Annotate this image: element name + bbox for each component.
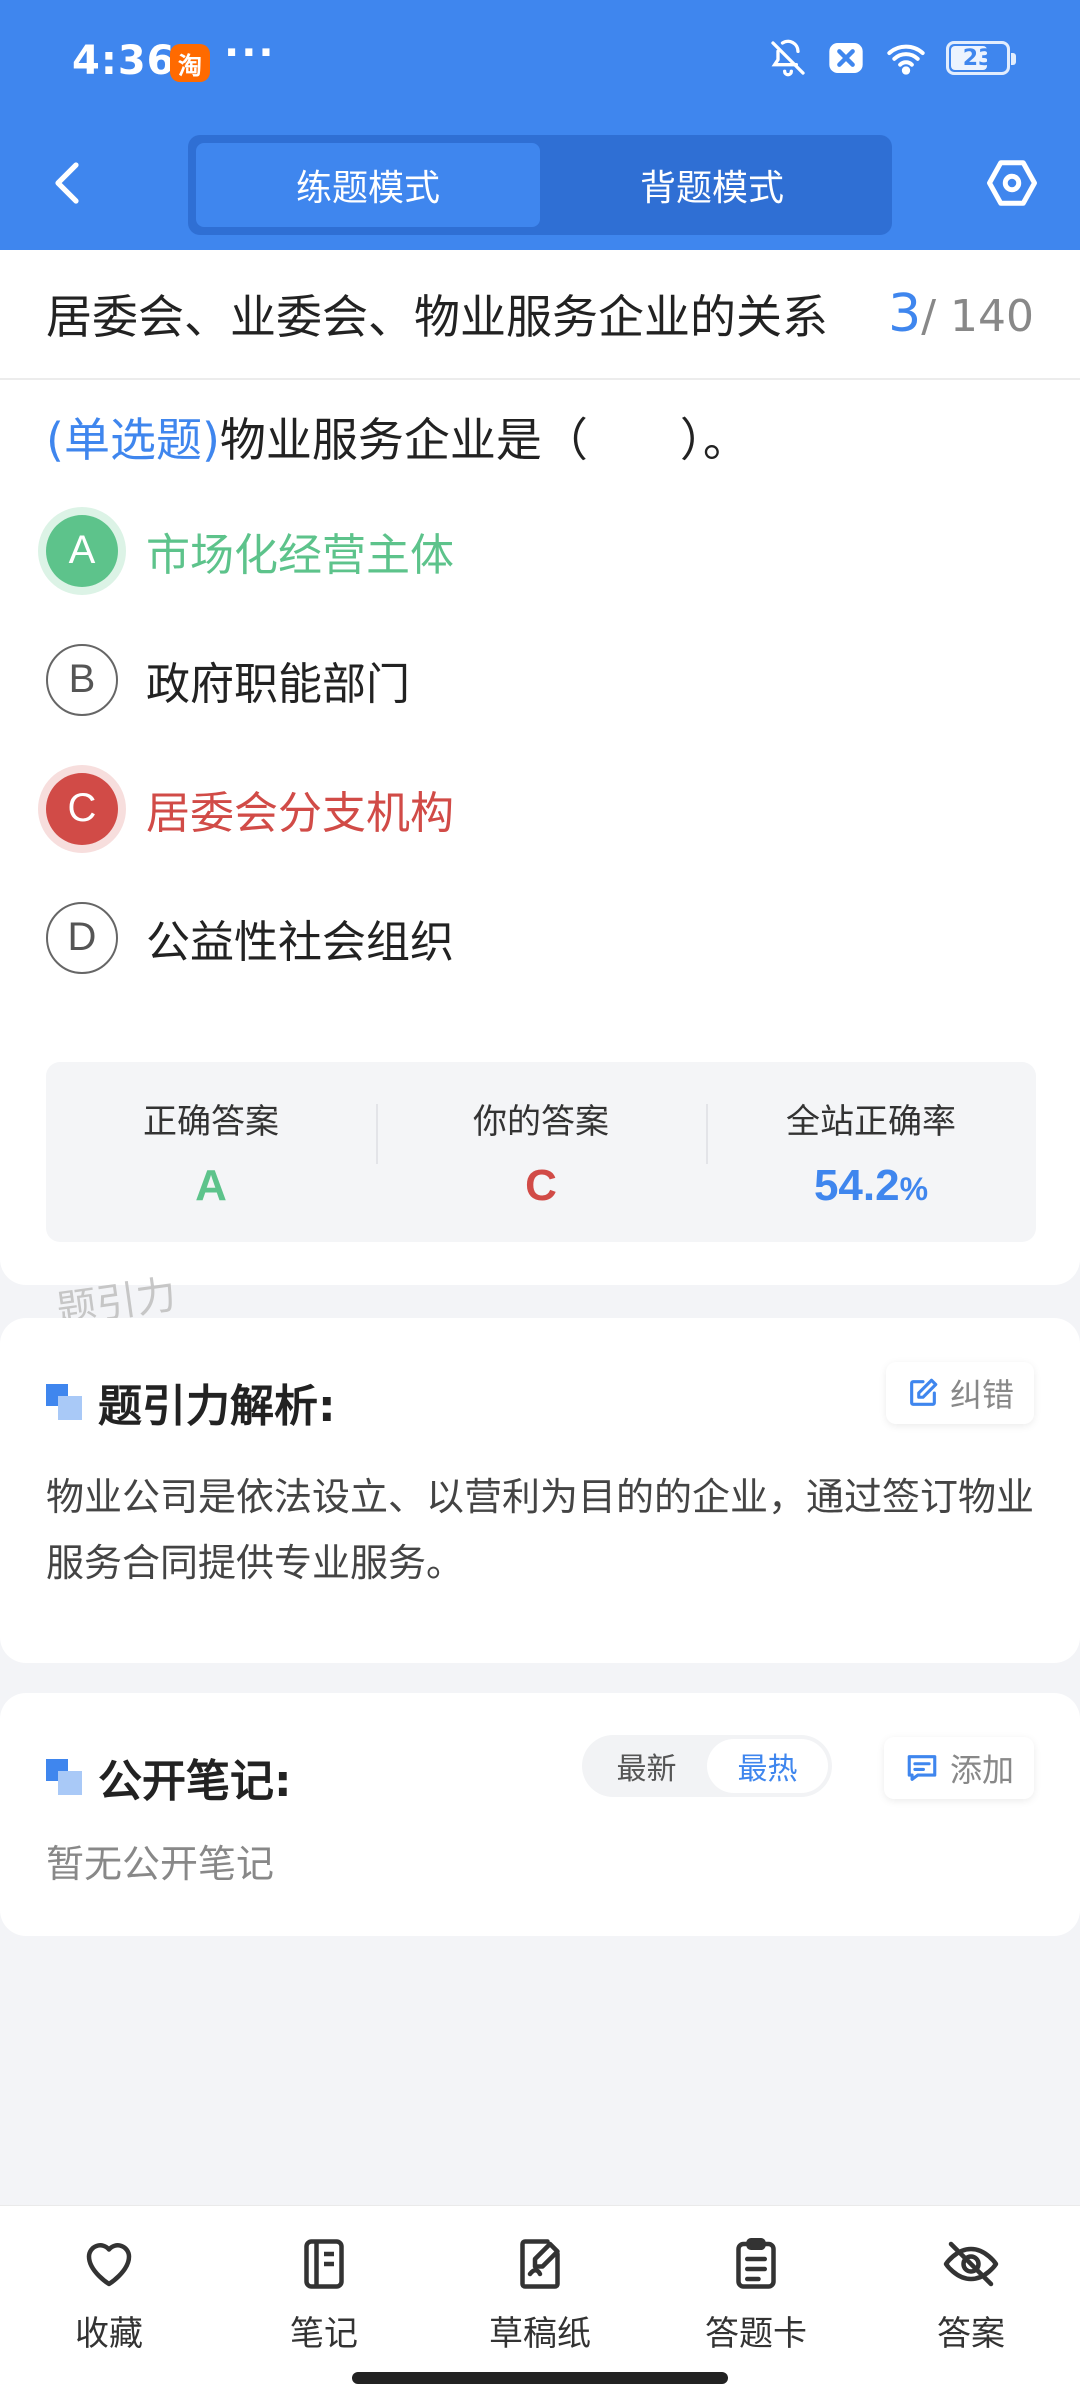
- option-text: 政府职能部门: [146, 658, 410, 710]
- analysis-header: 题引力解析:: [46, 1370, 336, 1434]
- add-note-button[interactable]: 添加: [883, 1737, 1034, 1799]
- option-letter: A: [46, 514, 118, 587]
- chevron-left-icon: [55, 162, 79, 204]
- answer-summary: 正确答案 A 你的答案 C 全站正确率 54.2%: [46, 1062, 1036, 1242]
- accuracy-rate-value: 54.2%: [813, 1160, 929, 1210]
- nav-bar: 练题模式 背题模式: [0, 125, 1080, 250]
- x-badge-icon: [829, 43, 863, 73]
- sort-hottest[interactable]: 最热: [707, 1739, 828, 1793]
- draft-paper-label: 草稿纸: [489, 2314, 591, 2354]
- option-letter: C: [46, 772, 118, 845]
- tab-practice-mode[interactable]: 练题模式: [196, 143, 540, 227]
- notebook-icon: [304, 2239, 344, 2289]
- notes-card: 公开笔记: 最新 最热 添加 暂无公开笔记: [0, 1693, 1080, 1936]
- analysis-title: 题引力解析:: [98, 1381, 336, 1432]
- settings-button[interactable]: [982, 153, 1042, 213]
- option-letter: D: [46, 901, 118, 974]
- bell-off-icon: [771, 39, 805, 77]
- taobao-app-icon: 淘: [170, 44, 210, 82]
- section-square-icon: [46, 1384, 82, 1420]
- mode-switch: 练题模式 背题模式: [188, 135, 892, 235]
- heart-icon: [86, 2243, 132, 2287]
- correct-answer-label: 正确答案: [143, 1101, 279, 1142]
- question-progress[interactable]: 3/ 140: [888, 284, 1034, 344]
- option-d[interactable]: D 公益性社会组织: [46, 873, 1034, 1002]
- correct-answer-value: A: [195, 1160, 227, 1210]
- chapter-title: 居委会、业委会、物业服务企业的关系: [46, 290, 828, 344]
- report-error-label: 纠错: [949, 1376, 1014, 1414]
- battery-icon: 23: [946, 41, 1016, 75]
- accuracy-rate-col: 全站正确率 54.2%: [706, 1094, 1036, 1211]
- correct-answer-col: 正确答案 A: [46, 1094, 376, 1211]
- favorite-label: 收藏: [75, 2314, 143, 2354]
- status-time: 4:36: [72, 38, 176, 84]
- accuracy-rate-label: 全站正确率: [786, 1101, 956, 1142]
- option-text: 公益性社会组织: [146, 916, 454, 968]
- question-stem: (单选题)物业服务企业是（ ）。: [0, 380, 1080, 472]
- report-error-button[interactable]: 纠错: [885, 1362, 1034, 1424]
- your-answer-label: 你的答案: [473, 1101, 609, 1142]
- show-answer-button[interactable]: 答案: [891, 2234, 1051, 2355]
- back-button[interactable]: [38, 153, 98, 213]
- sort-latest[interactable]: 最新: [586, 1739, 707, 1793]
- question-card: 居委会、业委会、物业服务企业的关系 3/ 140 (单选题)物业服务企业是（ ）…: [0, 250, 1080, 1285]
- edit-icon: [910, 1378, 938, 1406]
- question-text: 物业服务企业是（ ）。: [219, 413, 749, 467]
- section-square-icon: [46, 1759, 82, 1795]
- options-list: A 市场化经营主体 B 政府职能部门 C 居委会分支机构 D 公益性社会组织: [0, 472, 1080, 1002]
- analysis-text: 物业公司是依法设立、以营利为目的的企业，通过签订物业服务合同提供专业服务。: [46, 1475, 1035, 1585]
- analysis-card: 题引力解析: 纠错 物业公司是依法设立、以营利为目的的企业，通过签订物业服务合同…: [0, 1318, 1080, 1663]
- total-question-count: / 140: [921, 291, 1034, 342]
- notes-title: 公开笔记:: [98, 1756, 292, 1807]
- notes-empty-text: 暂无公开笔记: [46, 1842, 275, 1886]
- home-indicator[interactable]: [352, 2372, 728, 2384]
- option-c[interactable]: C 居委会分支机构: [46, 744, 1034, 873]
- status-more-dots: ···: [224, 30, 276, 76]
- eye-off-icon: [943, 2241, 999, 2287]
- add-note-label: 添加: [949, 1751, 1014, 1789]
- current-question-number: 3: [888, 284, 922, 344]
- favorite-button[interactable]: 收藏: [29, 2234, 189, 2355]
- notes-header: 公开笔记:: [46, 1745, 292, 1809]
- question-type: (单选题): [46, 413, 220, 467]
- comment-icon: [907, 1755, 937, 1781]
- option-text: 居委会分支机构: [146, 787, 454, 839]
- question-header: 居委会、业委会、物业服务企业的关系 3/ 140: [0, 250, 1080, 380]
- tab-recite-mode[interactable]: 背题模式: [540, 143, 884, 227]
- status-bar: 4:36 淘 ··· 23: [0, 0, 1080, 125]
- option-letter: B: [46, 643, 118, 716]
- answer-sheet-label: 答题卡: [705, 2314, 807, 2354]
- notes-button[interactable]: 笔记: [244, 2234, 404, 2355]
- option-b[interactable]: B 政府职能部门: [46, 615, 1034, 744]
- draft-paper-button[interactable]: 草稿纸: [460, 2234, 620, 2355]
- wifi-icon: [887, 44, 925, 75]
- bottom-toolbar: 收藏 笔记 草稿纸 答题卡 答案: [0, 2205, 1080, 2400]
- your-answer-value: C: [525, 1160, 557, 1210]
- status-indicators: 23: [768, 38, 1016, 78]
- draft-paper-icon: [520, 2239, 560, 2289]
- option-text: 市场化经营主体: [146, 529, 454, 581]
- notes-label: 笔记: [290, 2314, 358, 2354]
- hexagon-settings-icon: [987, 160, 1037, 206]
- notes-sort-toggle: 最新 最热: [582, 1735, 832, 1797]
- answer-sheet-icon: [736, 2238, 776, 2289]
- your-answer-col: 你的答案 C: [376, 1094, 706, 1211]
- option-a[interactable]: A 市场化经营主体: [46, 486, 1034, 615]
- show-answer-label: 答案: [937, 2314, 1005, 2354]
- answer-sheet-button[interactable]: 答题卡: [676, 2234, 836, 2355]
